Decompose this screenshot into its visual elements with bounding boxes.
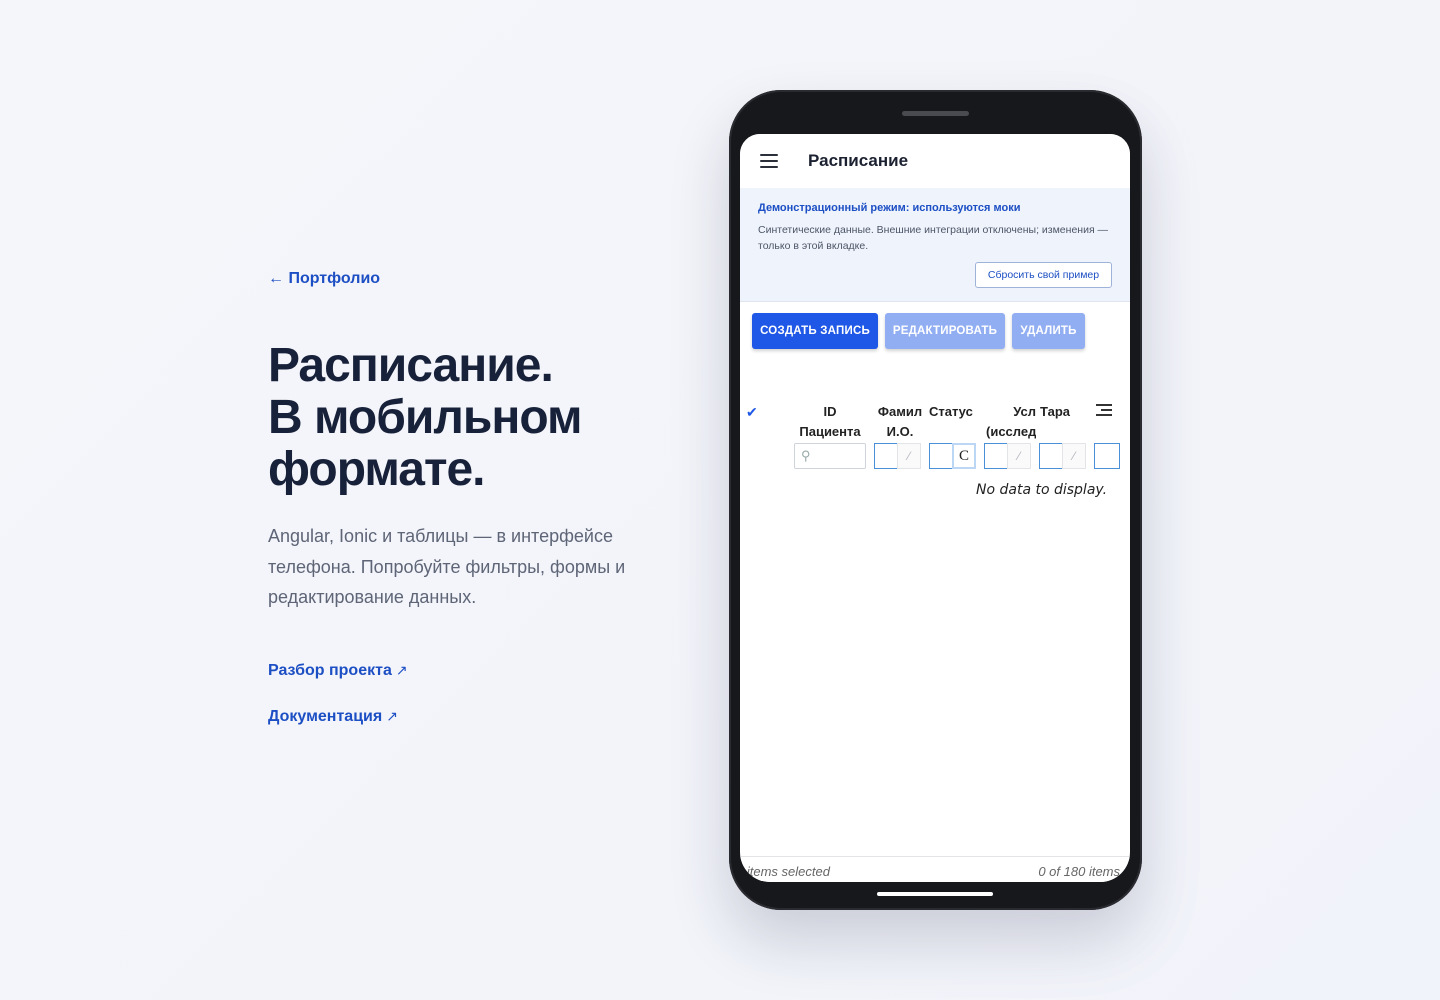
page-description: Angular, Ionic и таблицы — в интерфейсе … (268, 526, 626, 607)
selected-count: 0 items selected (740, 864, 830, 879)
reset-example-button[interactable]: Сбросить свой пример (975, 262, 1112, 288)
column-header-container[interactable]: Тара (1040, 402, 1076, 422)
patient-id-filter-input[interactable]: ⚲ (794, 443, 866, 469)
column-header-line: (исслед (986, 424, 1036, 439)
container-filter-operator-icon[interactable]: ⁄ (1062, 443, 1086, 469)
column-header-name[interactable]: Фамил И.О. (874, 402, 926, 442)
title-line-1: Расписание. (268, 339, 554, 392)
create-record-button[interactable]: СОЗДАТЬ ЗАПИСЬ (752, 313, 878, 349)
grid-footer: 0 items selected 0 of 180 items (740, 856, 1130, 882)
column-header-status[interactable]: Статус (929, 402, 977, 422)
service-filter-operator-icon[interactable]: ⁄ (1007, 443, 1031, 469)
delete-button[interactable]: УДАЛИТЬ (1012, 313, 1085, 349)
extra-filter-input[interactable] (1094, 443, 1120, 469)
column-header-service[interactable]: Усл (исслед (986, 402, 1036, 442)
status-filter-operator[interactable]: C (952, 443, 976, 469)
app-title: Расписание (808, 151, 909, 170)
phone-screen: Расписание Демонстрационный режим: испол… (740, 134, 1130, 882)
home-indicator (877, 892, 993, 896)
column-header-line: Усл (1013, 404, 1036, 419)
column-header-line: И.О. (886, 424, 914, 439)
demo-mode-banner: Демонстрационный режим: используются мок… (740, 188, 1130, 302)
column-header-line: Статус (929, 404, 973, 419)
documentation-label: Документация (268, 708, 383, 725)
column-header-line: ID (823, 404, 837, 419)
banner-title: Демонстрационный режим: используются мок… (758, 202, 1021, 214)
column-header-line: Фамил (877, 404, 923, 419)
case-study-link[interactable]: Разбор проекта ↗ (268, 662, 408, 680)
column-header-line: Тара (1040, 404, 1071, 419)
phone-mockup: Расписание Демонстрационный режим: испол… (729, 90, 1142, 910)
title-line-3: формате. (268, 443, 485, 496)
back-to-portfolio-link[interactable]: ← Портфолио (268, 270, 380, 288)
total-count: 0 of 180 items (1038, 864, 1120, 879)
column-header-patient-id[interactable]: ID Пациента (790, 402, 870, 442)
phone-speaker (902, 111, 969, 116)
column-chooser-icon[interactable] (1096, 404, 1112, 418)
case-study-label: Разбор проекта (268, 662, 392, 679)
external-link-icon: ↗ (395, 662, 408, 678)
column-header-line: Пациента (799, 424, 861, 439)
app-toolbar: Расписание (740, 134, 1130, 188)
hamburger-menu-icon[interactable] (760, 154, 778, 168)
edit-button[interactable]: РЕДАКТИРОВАТЬ (885, 313, 1005, 349)
external-link-icon: ↗ (386, 708, 398, 724)
select-all-check-icon[interactable]: ✔ (746, 404, 758, 421)
empty-state-message: No data to display. (976, 482, 1108, 498)
page-title: Расписание. В мобильном формате. (268, 340, 688, 496)
banner-text: Синтетические данные. Внешние интеграции… (758, 224, 1109, 252)
documentation-link[interactable]: Документация ↗ (268, 708, 398, 726)
title-line-2: В мобильном (268, 391, 583, 444)
data-grid: ✔ ID Пациента Фамил И.О. Статус Усл (исс… (740, 396, 1130, 856)
name-filter-operator-icon[interactable]: ⁄ (897, 443, 921, 469)
search-icon: ⚲ (801, 448, 811, 463)
